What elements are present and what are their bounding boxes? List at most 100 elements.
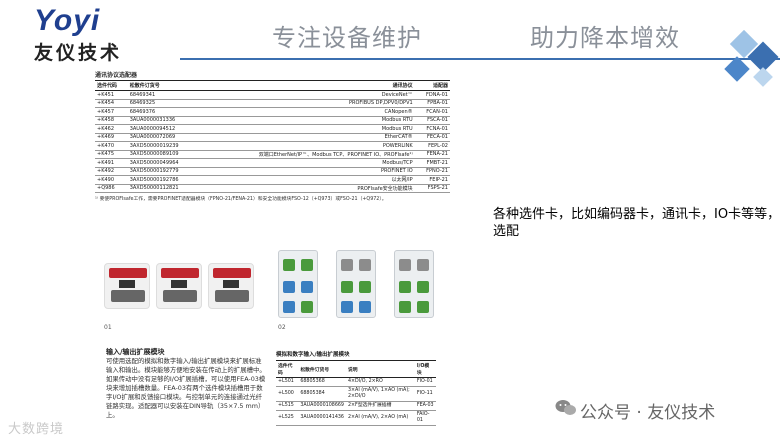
- table-cell: 3AUA0000141436: [298, 410, 346, 426]
- watermark-left: 大数跨境: [8, 422, 65, 437]
- table-row: +L500 68805384 3×AI (mA/V), 1×AO (mA); 2×D…: [276, 386, 436, 402]
- table-row: +L501 68805368 4×DI/O, 2×RO FIO-01: [276, 377, 436, 387]
- table-cell: +K491: [95, 158, 128, 168]
- table-cell: FCAN-01: [414, 107, 450, 117]
- table-cell: FDNA-01: [414, 90, 450, 100]
- table-footnote: ¹⁾ 要使PROFIsafe工作，需要PROFINET适配器模块（FPNO-21…: [95, 197, 387, 202]
- col-order-number: 松散件订货号: [298, 360, 346, 378]
- table-cell: FENA-21: [414, 150, 450, 159]
- table-row: +K454 68469325 PROFIBUS DP,DPV0/DPV1 FPBA-0…: [95, 99, 450, 108]
- table-cell: 3AUA0000031336: [127, 116, 200, 125]
- table-cell: 68805384: [298, 386, 346, 402]
- table-cell: 以太网/IP: [199, 175, 415, 185]
- table-cell: EtherCAT®: [199, 133, 415, 142]
- table-cell: +K451: [95, 90, 128, 100]
- table-row: +K490 3AXD50000192786 以太网/IP FEIP-21: [95, 175, 450, 185]
- table-cell: 68469325: [127, 99, 200, 108]
- table-cell: POWERLINK: [199, 141, 415, 151]
- table-cell: +K469: [95, 133, 128, 142]
- table-row: +K458 3AUA0000031336 Modbus RTU FSCA-01: [95, 116, 450, 125]
- table-cell: 3×AI (mA/V), 1×AO (mA); 2×DI/O: [345, 386, 415, 402]
- table-cell: +K454: [95, 99, 128, 108]
- table-cell: FSCA-01: [414, 116, 450, 125]
- table-cell: +K457: [95, 107, 128, 117]
- slogan-left: 专注设备维护: [272, 24, 422, 52]
- table-cell: CANopen®: [199, 107, 415, 117]
- figure-caption-01: 01: [104, 324, 112, 331]
- table-cell: +L515: [276, 401, 299, 411]
- table-cell: 68805368: [298, 377, 346, 387]
- table-cell: +K490: [95, 175, 128, 185]
- table-row: +K475 3AXD50000089109 双端口EtherNet/IP™、Modb…: [95, 150, 450, 159]
- table-cell: +K492: [95, 167, 128, 176]
- table-cell: +L525: [276, 410, 299, 426]
- col-order-number: 松散件订货号: [127, 80, 200, 91]
- table-cell: FECA-01: [414, 133, 450, 142]
- communication-adapter-table: 通讯协议选配器 选件代码 松散件订货号 通讯协议 适配器 +K451 684693…: [95, 70, 450, 202]
- table-cell: +K475: [95, 150, 128, 159]
- table-row: +K491 3AXD50000049964 Modbus/TCP FMBT-21: [95, 158, 450, 168]
- table-row: +K470 3AXD50000019239 POWERLINK FEPL-02: [95, 141, 450, 151]
- col-protocol: 通讯协议: [199, 80, 415, 91]
- table-cell: PROFIBUS DP,DPV0/DPV1: [199, 99, 415, 108]
- table-cell: 3AXD50000192779: [127, 167, 200, 176]
- table-cell: +K462: [95, 124, 128, 134]
- table-cell: 2×F型选件扩展插槽: [345, 401, 415, 411]
- table-cell: FMBT-21: [414, 158, 450, 168]
- adapter-table: 选件代码 松散件订货号 通讯协议 适配器 +K451 68469341 Device…: [95, 80, 450, 193]
- table-row: +L525 3AUA0000141436 2×AI (mA/V), 2×AO (mA…: [276, 410, 436, 426]
- table-cell: 3AUA0000072069: [127, 133, 200, 142]
- table-header-row: 选件代码 松散件订货号 说明 I/O模块: [276, 360, 436, 378]
- table-cell: Modbus RTU: [199, 124, 415, 134]
- table-cell: DeviceNet™: [199, 90, 415, 100]
- table-cell: 4×DI/O, 2×RO: [345, 377, 415, 387]
- table-cell: 3AXD50000089109: [127, 150, 200, 159]
- col-description: 说明: [345, 360, 415, 378]
- table-cell: FIO-11: [414, 386, 436, 402]
- option-card-image: [208, 263, 254, 309]
- table-cell: Modbus/TCP: [199, 158, 415, 168]
- table-cell: +K458: [95, 116, 128, 125]
- company-logo: Yoyi 友仪技术: [34, 4, 149, 65]
- table-cell: FCNA-01: [414, 124, 450, 134]
- table-cell: PROFIsafe安全功能模块: [199, 184, 415, 193]
- io-module-image: [394, 250, 434, 318]
- table-cell: +L500: [276, 386, 299, 402]
- table-cell: PROFINET IO: [199, 167, 415, 176]
- logo-text-en: Yoyi: [34, 4, 101, 37]
- decorative-squares-icon: [724, 30, 779, 87]
- table-cell: FAIO-01: [414, 410, 436, 426]
- table-cell: +Q986: [95, 184, 128, 193]
- table-cell: +K470: [95, 141, 128, 151]
- option-card-image: [156, 263, 202, 309]
- col-adapter: 适配器: [414, 80, 450, 91]
- table-cell: 3AXD50000192786: [127, 175, 200, 185]
- table-cell: 3AXD50000019239: [127, 141, 200, 151]
- table-row: +K457 68469376 CANopen® FCAN-01: [95, 107, 450, 117]
- io-section-body: 可使用选配的模拟和数字输入/输出扩展模块来扩展标准输入和输出。模块能够方便地安装…: [106, 357, 266, 419]
- table-cell: 3AUA0000094512: [127, 124, 200, 134]
- table-row: +Q986 3AXD50000112821 PROFIsafe安全功能模块 FSPS-…: [95, 184, 450, 193]
- table-cell: 2×AI (mA/V), 2×AO (mA): [345, 410, 415, 426]
- io-module-image: [336, 250, 376, 318]
- col-option-code: 选件代码: [276, 360, 299, 378]
- table-row: +K462 3AUA0000094512 Modbus RTU FCNA-01: [95, 124, 450, 134]
- table-title: 通讯协议选配器: [95, 72, 138, 79]
- table-cell: FPBA-01: [414, 99, 450, 108]
- io-module-table: 选件代码 松散件订货号 说明 I/O模块 +L501 68805368 4×DI/O…: [276, 360, 436, 426]
- table-cell: Modbus RTU: [199, 116, 415, 125]
- io-module-image: [278, 250, 318, 318]
- table-cell: FEPL-02: [414, 141, 450, 151]
- col-io-module: I/O模块: [414, 360, 436, 378]
- table-cell: FIO-01: [414, 377, 436, 387]
- header-divider: [180, 58, 780, 60]
- option-card-image: [104, 263, 150, 309]
- table-cell: 双端口EtherNet/IP™、Modbus TCP、PROFINET IO、P…: [199, 150, 415, 159]
- table-row: +K469 3AUA0000072069 EtherCAT® FECA-01: [95, 133, 450, 142]
- figure-caption-02: 02: [278, 324, 286, 331]
- wechat-icon: [555, 400, 576, 415]
- table-row: +L515 3AUA0000108669 2×F型选件扩展插槽 FEA-03: [276, 401, 436, 411]
- watermark-right: 公众号 · 友仪技术: [580, 403, 716, 423]
- logo-text-cn: 友仪技术: [34, 42, 123, 64]
- col-option-code: 选件代码: [95, 80, 128, 91]
